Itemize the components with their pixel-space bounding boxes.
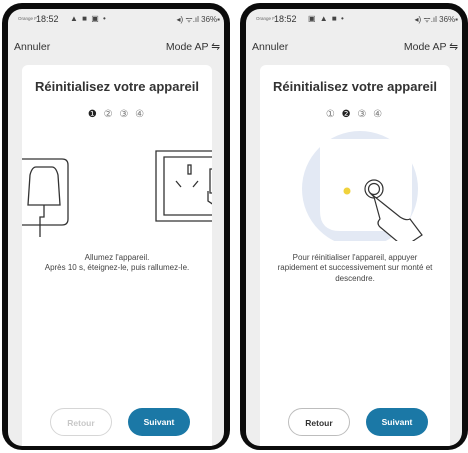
top-bar: Annuler Mode AP ⇋ — [246, 39, 462, 59]
led-indicator-icon — [343, 187, 351, 195]
instruction-text: Allumez l'appareil. Après 10 s, éteignez… — [34, 253, 200, 274]
system-status-icons: ◂) ᯤ.ıl 36%▪ — [176, 15, 221, 24]
status-bar: Orange F 18:52 ▣ ▲ ■ • ◂) ᯤ.ıl 36%▪ — [246, 9, 462, 31]
step-2-active: ❷ — [341, 109, 353, 120]
instruction-line: Allumez l'appareil. Après 10 s, éteignez… — [44, 253, 190, 273]
page-title: Réinitialisez votre appareil — [34, 79, 199, 94]
content-card: Réinitialisez votre appareil ❶ ② ③ ④ All… — [22, 65, 212, 446]
step-3: ③ — [357, 109, 369, 120]
phone-frame-left: Orange F 18:52 ▲ ■ ▣ • ◂) ᯤ.ıl 36%▪ Annu… — [2, 3, 230, 450]
cancel-button[interactable]: Annuler — [14, 41, 50, 53]
next-button[interactable]: Suivant — [366, 408, 428, 436]
screen-step-2: Orange F 18:52 ▣ ▲ ■ • ◂) ᯤ.ıl 36%▪ Annu… — [246, 9, 462, 446]
notification-icons: ▣ ▲ ■ • — [308, 14, 345, 23]
wall-socket-icon — [155, 150, 212, 222]
back-button[interactable]: Retour — [288, 408, 350, 436]
step-indicator: ① ❷ ③ ④ — [260, 109, 450, 120]
next-button[interactable]: Suivant — [128, 408, 190, 436]
plug-icon — [22, 158, 69, 237]
status-time: 18:52 — [36, 14, 59, 24]
step-indicator: ❶ ② ③ ④ — [22, 109, 212, 120]
plug-socket-illustration — [22, 150, 212, 237]
carrier-label: Orange F — [18, 16, 38, 21]
mode-ap-button[interactable]: Mode AP ⇋ — [404, 41, 458, 53]
cancel-button[interactable]: Annuler — [252, 41, 288, 53]
instruction-text: Pour réinitialiser l'appareil, appuyer r… — [277, 253, 433, 283]
step-3: ③ — [119, 109, 131, 120]
step-2: ② — [103, 109, 115, 120]
mode-ap-button[interactable]: Mode AP ⇋ — [166, 41, 220, 53]
screen-step-1: Orange F 18:52 ▲ ■ ▣ • ◂) ᯤ.ıl 36%▪ Annu… — [8, 9, 224, 446]
step-4: ④ — [373, 109, 385, 120]
reset-button-illustration — [302, 131, 423, 241]
step-1-active: ❶ — [87, 109, 99, 120]
top-bar: Annuler Mode AP ⇋ — [8, 39, 224, 59]
notification-icons: ▲ ■ ▣ • — [70, 14, 107, 23]
step-4: ④ — [135, 109, 147, 120]
back-button[interactable]: Retour — [50, 408, 112, 436]
page-title: Réinitialisez votre appareil — [272, 79, 437, 94]
content-card: Réinitialisez votre appareil ① ❷ ③ ④ Pou… — [260, 65, 450, 446]
phone-frame-right: Orange F 18:52 ▣ ▲ ■ • ◂) ᯤ.ıl 36%▪ Annu… — [240, 3, 468, 450]
status-bar: Orange F 18:52 ▲ ■ ▣ • ◂) ᯤ.ıl 36%▪ — [8, 9, 224, 31]
step-1: ① — [325, 109, 337, 120]
carrier-label: Orange F — [256, 16, 276, 21]
status-time: 18:52 — [274, 14, 297, 24]
system-status-icons: ◂) ᯤ.ıl 36%▪ — [414, 15, 459, 24]
